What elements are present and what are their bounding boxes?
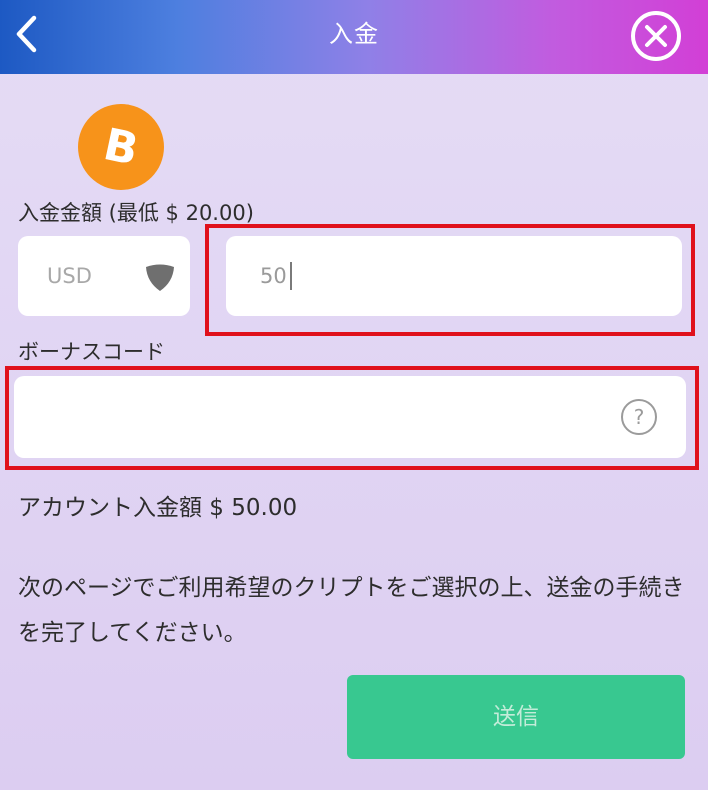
submit-button[interactable]: 送信 bbox=[347, 675, 685, 759]
currency-value: USD bbox=[47, 264, 92, 288]
close-circle-icon bbox=[631, 11, 681, 61]
close-button[interactable] bbox=[628, 8, 684, 64]
header-bar: 入金 bbox=[0, 0, 708, 74]
instruction-text: 次のページでご利用希望のクリプトをご選択の上、送金の手続きを完了してください。 bbox=[18, 575, 685, 646]
amount-highlight-box bbox=[205, 224, 695, 336]
account-deposit-amount: アカウント入金額 $ 50.00 bbox=[18, 495, 298, 521]
deposit-amount-label: 入金金額 (最低 $ 20.00) bbox=[18, 201, 254, 225]
currency-select[interactable]: USD bbox=[18, 236, 190, 316]
bonus-highlight-box bbox=[5, 366, 699, 470]
bonus-code-label: ボーナスコード bbox=[18, 340, 165, 364]
page-title: 入金 bbox=[329, 20, 379, 48]
bitcoin-icon: B bbox=[77, 103, 165, 191]
shield-dropdown-icon bbox=[146, 264, 174, 291]
